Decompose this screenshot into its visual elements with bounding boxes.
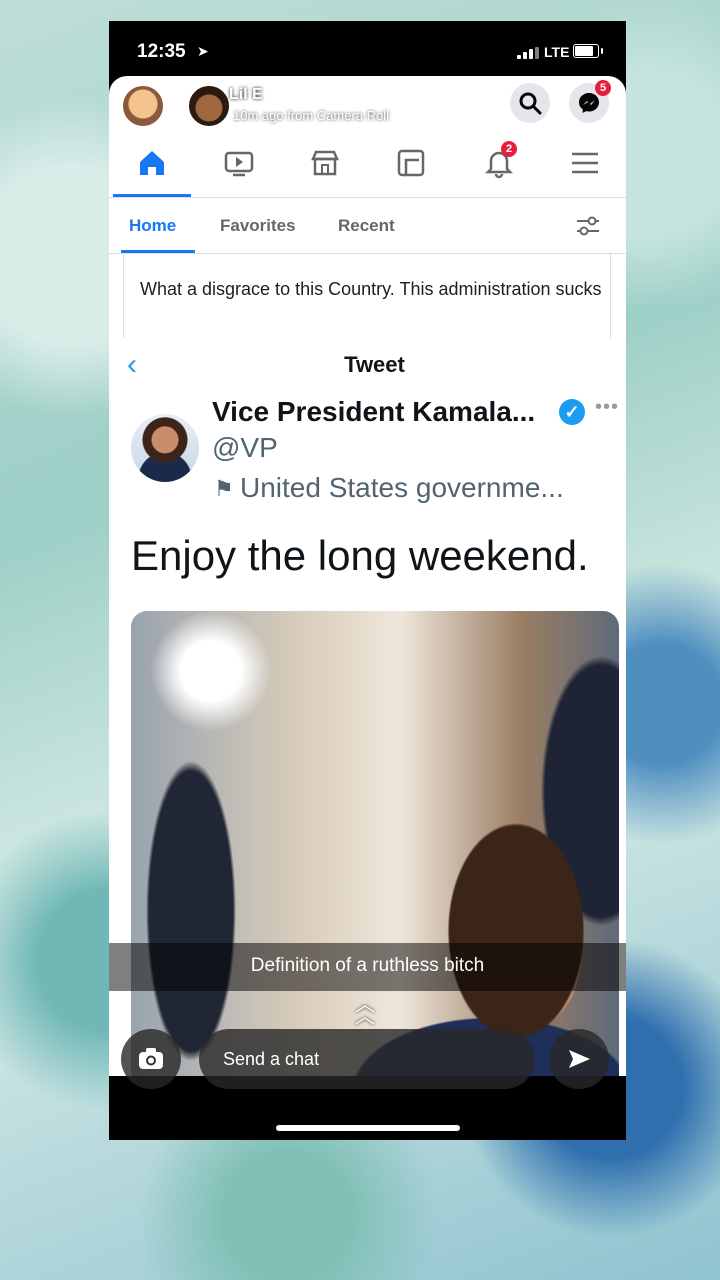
tweet-header: ‹ Tweet <box>109 338 626 396</box>
nav-active-indicator <box>113 194 191 197</box>
send-chat-input[interactable]: Send a chat <box>199 1029 535 1089</box>
nav-watch[interactable] <box>199 131 279 197</box>
hamburger-menu-icon <box>572 152 598 174</box>
search-icon <box>519 92 542 115</box>
snap-story-header[interactable]: Lil E 10m ago from Camera Roll <box>121 82 421 128</box>
nav-marketplace[interactable] <box>285 131 365 197</box>
post-comment: What a disgrace to this Country. This ad… <box>123 254 611 338</box>
signal-icon <box>517 47 539 59</box>
tweet-text: Enjoy the long weekend. <box>131 532 589 579</box>
flag-icon: ⚑ <box>214 476 234 501</box>
location-arrow-icon: ➤ <box>197 43 209 59</box>
comment-text: What a disgrace to this Country. This ad… <box>140 279 602 299</box>
verified-badge-icon: ✓ <box>559 399 585 425</box>
swipe-up-chevron-icon[interactable]: ︿ ︿ <box>355 995 375 1027</box>
bitmoji-avatar <box>121 84 165 128</box>
nav-groups[interactable] <box>371 131 451 197</box>
author-avatar <box>131 414 199 482</box>
snap-caption-bar: Definition of a ruthless bitch <box>109 943 626 991</box>
author-handle: @VP <box>212 432 278 463</box>
nav-home[interactable] <box>112 131 192 197</box>
search-button[interactable] <box>510 83 550 123</box>
notifications-badge: 2 <box>501 141 517 157</box>
snap-caption-text: Definition of a ruthless bitch <box>250 955 485 976</box>
snap-timestamp: 10m ago from Camera Roll <box>233 108 390 123</box>
subtab-favorites[interactable]: Favorites <box>220 216 296 236</box>
subtab-recent[interactable]: Recent <box>338 216 395 236</box>
send-button[interactable] <box>549 1029 609 1089</box>
facebook-screenshot: Lil E 10m ago from Camera Roll 5 2 Home … <box>109 76 626 1076</box>
groups-icon <box>397 149 425 177</box>
send-arrow-icon <box>569 1050 590 1068</box>
marketplace-icon <box>311 150 339 176</box>
battery-icon <box>573 44 603 58</box>
nav-notifications[interactable]: 2 <box>459 131 539 197</box>
nav-menu[interactable] <box>545 131 625 197</box>
friend-avatar <box>187 84 231 128</box>
chat-placeholder: Send a chat <box>223 1049 320 1069</box>
network-type: LTE <box>544 44 570 60</box>
video-icon <box>224 151 254 177</box>
messenger-button[interactable]: 5 <box>569 80 611 123</box>
author-name: Vice President Kamala... <box>212 396 536 427</box>
tweet-photo <box>131 611 619 1076</box>
messenger-badge: 5 <box>595 80 611 96</box>
home-icon <box>140 151 164 175</box>
subtab-active-indicator <box>121 250 195 253</box>
status-bar: 12:35 ➤ LTE <box>109 21 626 76</box>
fb-top-bar: Lil E 10m ago from Camera Roll 5 <box>109 76 626 131</box>
tweet-header-title: Tweet <box>344 352 405 377</box>
camera-icon <box>139 1048 163 1069</box>
feed-subtabs: Home Favorites Recent <box>109 198 626 254</box>
status-time: 12:35 <box>137 41 186 62</box>
camera-button[interactable] <box>121 1029 181 1089</box>
phone-frame: 12:35 ➤ LTE Lil E 10m ago from Camera Ro… <box>109 21 626 1140</box>
government-label: United States governme... <box>240 472 564 503</box>
snap-chat-bar: Send a chat <box>109 1021 626 1140</box>
filter-settings-icon[interactable] <box>575 214 601 238</box>
fb-main-nav: 2 <box>109 131 626 198</box>
more-options-icon: ••• <box>595 396 620 418</box>
snap-username: Lil E <box>229 86 263 103</box>
subtab-home[interactable]: Home <box>129 216 176 236</box>
home-indicator[interactable] <box>276 1125 460 1131</box>
messenger-icon <box>579 93 599 113</box>
